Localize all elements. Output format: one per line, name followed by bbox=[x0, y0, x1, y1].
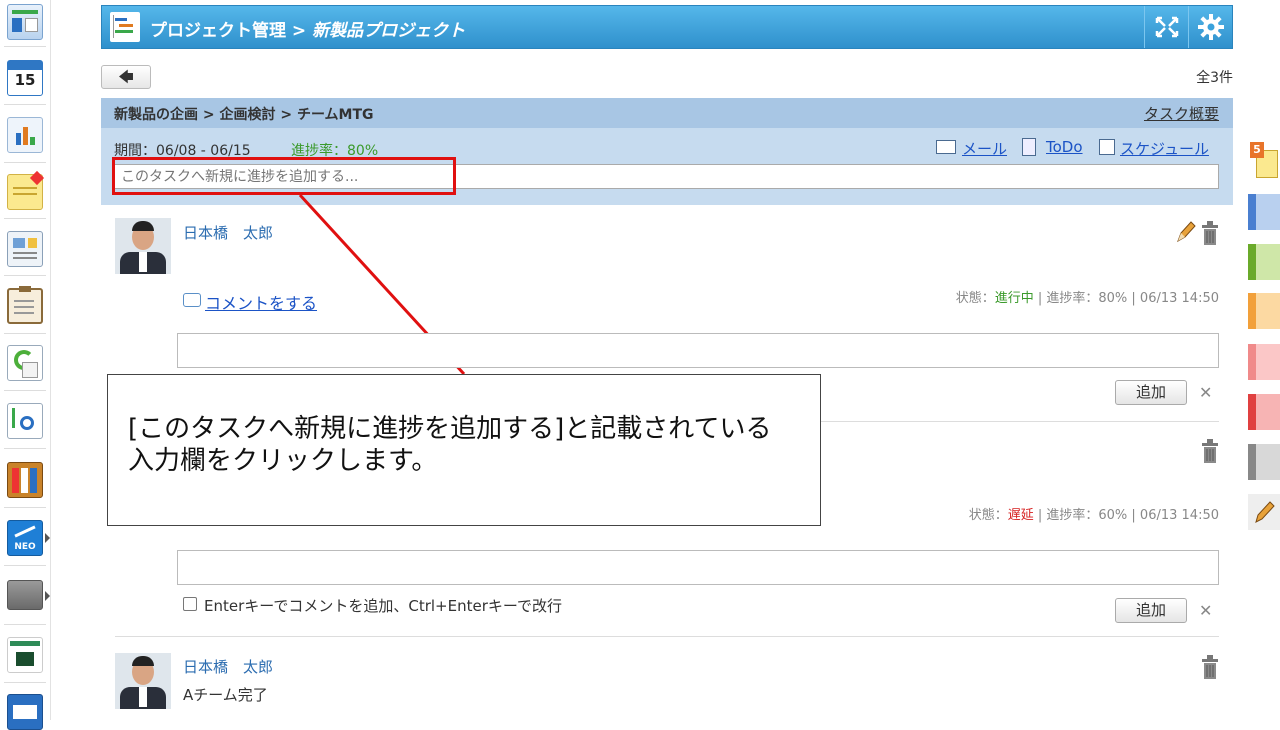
search-doc-icon[interactable] bbox=[7, 403, 43, 439]
dashboard-icon[interactable] bbox=[7, 4, 43, 40]
calendar-icon[interactable]: 15 bbox=[7, 60, 43, 96]
color-tab-red[interactable] bbox=[1248, 394, 1280, 430]
author-name[interactable]: 日本橋 太郎 bbox=[183, 656, 273, 677]
color-tab-orange[interactable] bbox=[1248, 293, 1280, 329]
status-meta: | 進捗率：60% | 06/13 14:50 bbox=[1033, 508, 1219, 523]
add-comment-link[interactable]: コメントをする bbox=[205, 290, 317, 314]
neo-icon[interactable]: NEO bbox=[7, 520, 43, 556]
comment-icon bbox=[183, 293, 201, 307]
status-label: 状態： bbox=[968, 508, 1008, 523]
trash-icon[interactable] bbox=[1199, 653, 1221, 681]
settings-button[interactable] bbox=[1188, 6, 1233, 48]
memo-icon[interactable] bbox=[7, 170, 45, 210]
edit-icon[interactable] bbox=[1174, 219, 1196, 245]
comment-textarea[interactable] bbox=[177, 333, 1219, 368]
status-value: 進行中 bbox=[994, 291, 1034, 306]
avatar bbox=[115, 653, 171, 709]
folder-expand-arrow-icon[interactable] bbox=[45, 591, 50, 601]
avatar bbox=[115, 218, 171, 274]
trash-icon[interactable] bbox=[1199, 219, 1221, 247]
task-breadcrumb-bar: 新製品の企画 > 企画検討 > チームMTG タスク概要 bbox=[101, 98, 1233, 128]
calendar-day: 15 bbox=[14, 71, 36, 89]
neo-expand-arrow-icon[interactable] bbox=[45, 533, 50, 543]
entry-status: 状態：遅延 | 進捗率：60% | 06/13 14:50 bbox=[969, 504, 1219, 523]
schedule-icon bbox=[1099, 139, 1115, 155]
todo-icon bbox=[1022, 138, 1036, 156]
title-prefix: プロジェクト管理 > bbox=[150, 21, 313, 41]
project-name: 新製品プロジェクト bbox=[312, 21, 466, 41]
add-comment-button[interactable]: 追加 bbox=[1115, 380, 1187, 405]
sticky-notes-icon[interactable]: 5 bbox=[1250, 142, 1278, 178]
schedule-link[interactable]: スケジュール bbox=[1120, 138, 1209, 159]
status-value: 遅延 bbox=[1007, 508, 1034, 523]
left-app-rail: 15 NEO bbox=[0, 0, 51, 730]
status-label: 状態： bbox=[955, 291, 995, 306]
color-tab-green[interactable] bbox=[1248, 244, 1280, 280]
report-icon[interactable] bbox=[7, 231, 43, 267]
logo-icon[interactable] bbox=[7, 637, 43, 673]
color-tab-gray[interactable] bbox=[1248, 444, 1280, 480]
page-title: プロジェクト管理 > 新製品プロジェクト bbox=[150, 16, 465, 41]
callout-text: [このタスクへ新規に進捗を追加する]と記載されている 入力欄をクリックします。 bbox=[128, 413, 772, 477]
highlight-box bbox=[112, 157, 456, 195]
task-summary-link[interactable]: タスク概要 bbox=[1144, 103, 1219, 124]
binder-icon[interactable] bbox=[7, 462, 43, 498]
add-comment-button[interactable]: 追加 bbox=[1115, 598, 1187, 623]
instruction-callout: [このタスクへ新規に進捗を追加する]と記載されている 入力欄をクリックします。 bbox=[107, 374, 821, 526]
refresh-doc-icon[interactable] bbox=[7, 345, 43, 381]
clipboard-icon[interactable] bbox=[7, 286, 43, 324]
chart-icon[interactable] bbox=[7, 117, 43, 153]
folder-icon[interactable] bbox=[7, 580, 43, 610]
author-name[interactable]: 日本橋 太郎 bbox=[183, 222, 273, 243]
project-management-icon bbox=[110, 12, 140, 42]
status-meta: | 進捗率：80% | 06/13 14:50 bbox=[1033, 291, 1219, 306]
comment-textarea[interactable] bbox=[177, 550, 1219, 585]
entry-text: Aチーム完了 bbox=[183, 686, 268, 704]
callout-line-1: [このタスクへ新規に進捗を追加する]と記載されている bbox=[128, 414, 772, 444]
note-edit-button[interactable] bbox=[1248, 494, 1280, 530]
color-tab-blue[interactable] bbox=[1248, 194, 1280, 230]
app-header: プロジェクト管理 > 新製品プロジェクト bbox=[101, 5, 1233, 49]
color-tab-pink[interactable] bbox=[1248, 344, 1280, 380]
trash-icon[interactable] bbox=[1199, 437, 1221, 465]
entry-status: 状態：進行中 | 進捗率：80% | 06/13 14:50 bbox=[956, 287, 1219, 306]
progress-entry: 日本橋 太郎 Aチーム完了 bbox=[101, 637, 1233, 720]
task-breadcrumb: 新製品の企画 > 企画検討 > チームMTG bbox=[114, 107, 374, 123]
enter-to-submit-checkbox[interactable] bbox=[183, 597, 197, 611]
mail-icon bbox=[936, 140, 956, 154]
close-icon[interactable]: ✕ bbox=[1199, 383, 1212, 402]
enter-hint-label: Enterキーでコメントを追加、Ctrl+Enterキーで改行 bbox=[204, 597, 562, 615]
todo-link[interactable]: ToDo bbox=[1046, 138, 1083, 156]
gear-icon bbox=[1198, 14, 1224, 40]
pencil-icon bbox=[1255, 501, 1275, 523]
fullscreen-button[interactable] bbox=[1144, 6, 1189, 48]
expand-icon bbox=[1155, 16, 1179, 38]
mail-link[interactable]: メール bbox=[962, 138, 1007, 159]
close-icon[interactable]: ✕ bbox=[1199, 601, 1212, 620]
mail-icon[interactable] bbox=[7, 694, 43, 730]
total-count: 全3件 bbox=[1196, 70, 1233, 86]
back-button[interactable]: 🡄 bbox=[101, 65, 151, 89]
callout-line-2: 入力欄をクリックします。 bbox=[128, 446, 438, 476]
right-color-rail: 5 bbox=[1246, 138, 1280, 538]
